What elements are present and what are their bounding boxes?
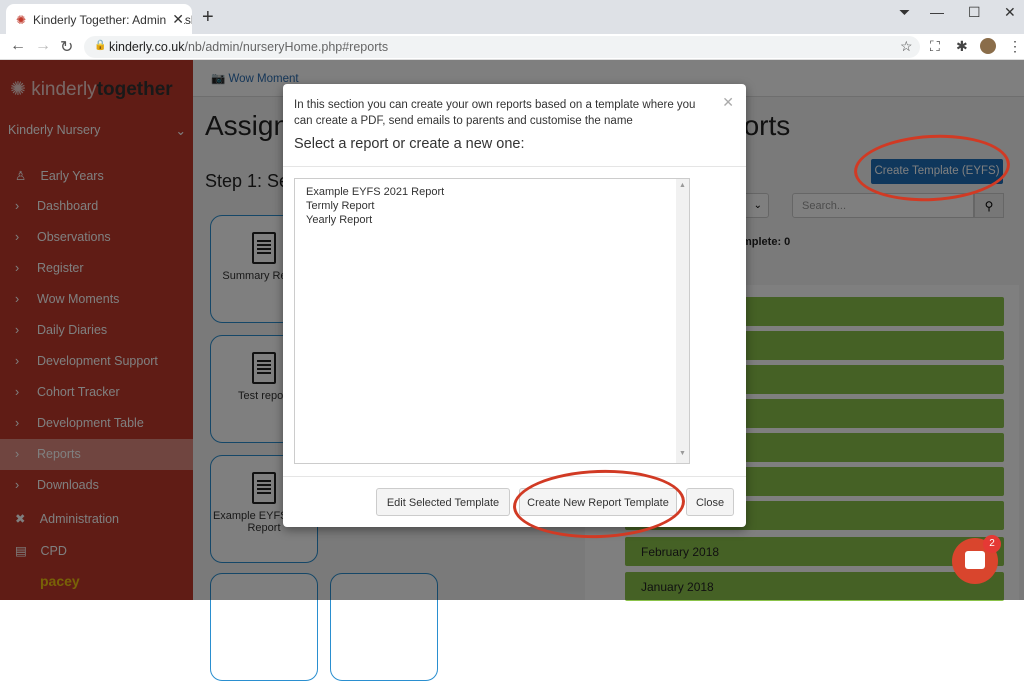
screenshot-icon[interactable]: ⛶ (930, 38, 940, 55)
browser-tab-bar: ✺Kinderly Together: Admin Dashboard✕ + ⏷… (0, 0, 1024, 34)
extensions-icon[interactable]: ✱ (956, 38, 968, 55)
edit-selected-template-button[interactable]: Edit Selected Template (376, 488, 510, 516)
modal-heading: Select a report or create a new one: (294, 136, 525, 152)
scrollbar[interactable]: ▲ ▼ (676, 179, 689, 463)
modal-intro: In this section you can create your own … (294, 99, 696, 127)
new-tab-button[interactable]: + (202, 6, 214, 29)
avatar[interactable] (980, 38, 996, 54)
minimize-icon[interactable]: — (930, 4, 944, 20)
close-icon[interactable]: ✕ (722, 94, 734, 111)
url-path: /nb/admin/nurseryHome.php#reports (184, 40, 389, 54)
profile-dropdown-icon[interactable]: ⏷ (899, 4, 910, 21)
menu-icon[interactable]: ⋮ (1008, 38, 1022, 55)
url-domain: kinderly.co.uk (109, 40, 185, 54)
list-item[interactable]: Yearly Report (306, 213, 689, 227)
tab-title: Kinderly Together: Admin Dashboard (33, 13, 192, 27)
divider (283, 476, 746, 477)
bookmark-star-icon[interactable]: ☆ (900, 38, 913, 55)
address-bar-row: ← → ↻ 🔒 kinderly.co.uk/nb/admin/nurseryHo… (0, 34, 1024, 60)
maximize-icon[interactable]: ☐ (968, 4, 981, 21)
report-template-modal: In this section you can create your own … (283, 84, 746, 527)
lock-icon: 🔒 (94, 40, 107, 51)
close-button[interactable]: Close (686, 488, 734, 516)
forward-icon[interactable]: → (35, 37, 51, 55)
list-item[interactable]: Example EYFS 2021 Report (306, 185, 689, 199)
template-listbox[interactable]: Example EYFS 2021 Report Termly Report Y… (294, 178, 690, 464)
browser-tab[interactable]: ✺ Kinderly Together: Admin Dashboard✕ (6, 4, 192, 34)
reload-icon[interactable]: ↻ (60, 37, 73, 57)
close-window-icon[interactable]: ✕ (1004, 4, 1016, 21)
list-item[interactable]: Termly Report (306, 199, 689, 213)
kinderly-favicon-icon: ✺ (16, 13, 27, 27)
chat-badge: 2 (983, 535, 1001, 553)
back-icon[interactable]: ← (10, 37, 26, 55)
chat-icon (965, 551, 985, 569)
close-tab-icon[interactable]: ✕ (169, 11, 184, 28)
url-input[interactable]: 🔒 kinderly.co.uk/nb/admin/nurseryHome.php… (84, 36, 920, 58)
divider (283, 166, 746, 167)
